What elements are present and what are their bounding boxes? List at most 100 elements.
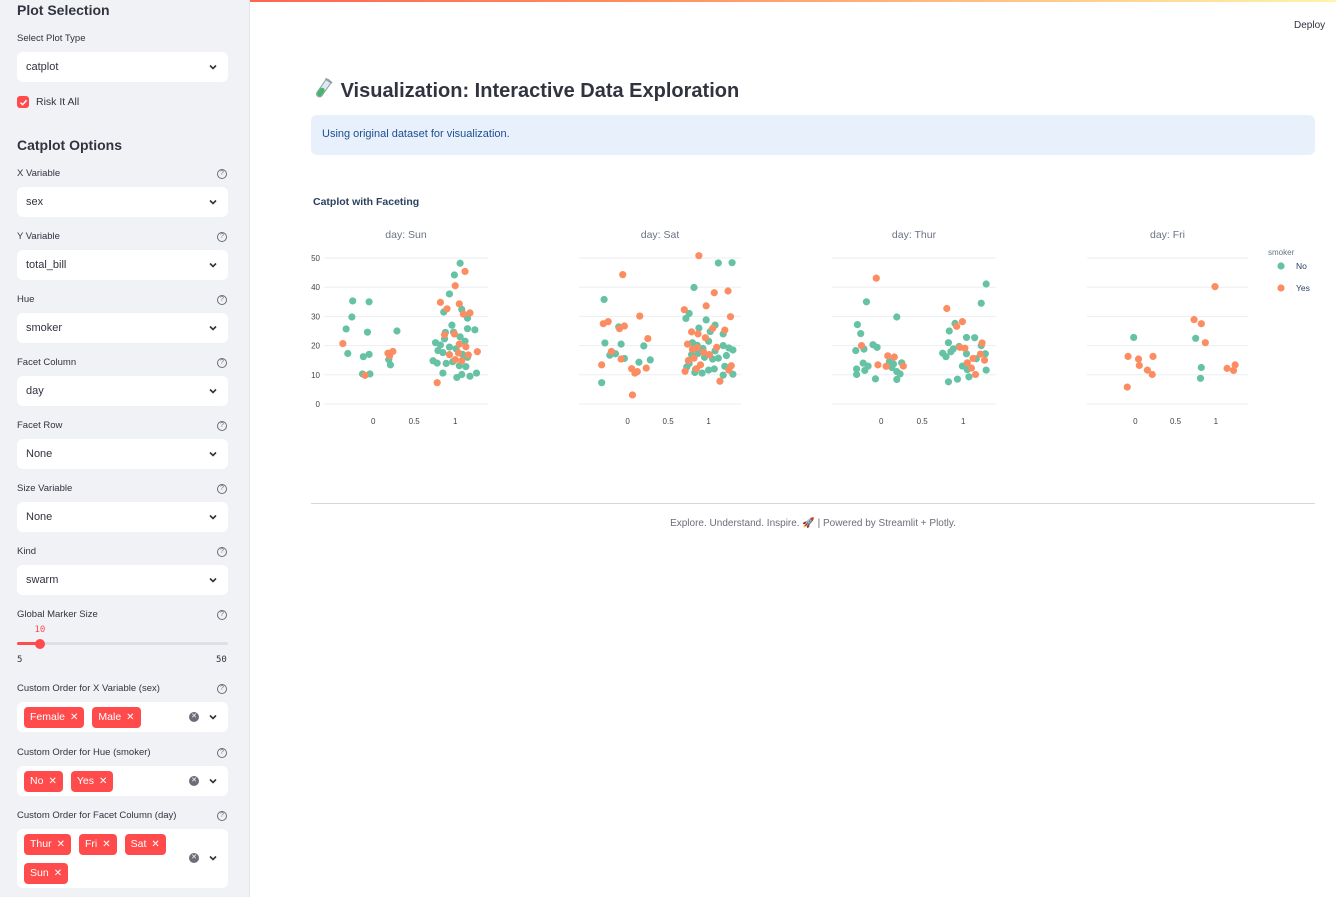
- help-icon[interactable]: ?: [217, 610, 227, 620]
- kind-select[interactable]: swarm: [17, 565, 228, 595]
- tag-chip[interactable]: Yes ✕: [70, 771, 114, 792]
- data-point-no: [853, 320, 862, 329]
- tag-chip[interactable]: Male ✕: [92, 707, 141, 728]
- kind-value: swarm: [26, 574, 59, 586]
- hue-value: smoker: [26, 322, 63, 334]
- remove-tag-icon[interactable]: ✕: [102, 834, 110, 855]
- data-point-no: [710, 365, 718, 373]
- help-icon[interactable]: ?: [217, 811, 227, 821]
- data-point-no: [714, 354, 722, 362]
- catplot-chart[interactable]: 01020304050day: Sun0 0.5 1day: Sat0 0.5 1day…: [300, 215, 1336, 435]
- data-point-yes: [458, 357, 466, 365]
- y-tick-label: 10: [311, 371, 320, 380]
- help-icon[interactable]: ?: [217, 295, 227, 305]
- data-point-no: [600, 295, 608, 304]
- sidebar-heading-catplot-options: Catplot Options: [17, 137, 122, 153]
- plot-type-select[interactable]: catplot: [17, 52, 228, 82]
- data-point-no: [702, 316, 710, 324]
- data-point-yes: [690, 354, 698, 362]
- remove-tag-icon[interactable]: ✕: [99, 771, 107, 792]
- hue-label: Hue: [17, 294, 35, 305]
- data-point-yes: [967, 364, 976, 372]
- data-point-yes: [683, 340, 692, 348]
- help-icon[interactable]: ?: [217, 421, 227, 431]
- tag-chip[interactable]: Female ✕: [24, 707, 85, 728]
- clear-icon[interactable]: ✕: [189, 853, 199, 863]
- x-tick-label: 1: [1214, 417, 1219, 426]
- remove-tag-icon[interactable]: ✕: [126, 707, 134, 728]
- deploy-button[interactable]: Deploy: [1294, 20, 1325, 31]
- x-variable-select[interactable]: sex: [17, 187, 228, 217]
- data-point-no: [363, 328, 372, 336]
- data-point-no: [393, 327, 401, 335]
- tag-label: Male: [98, 711, 122, 723]
- chevron-down-icon: [209, 325, 217, 331]
- marker-size-slider[interactable]: [17, 638, 228, 649]
- remove-tag-icon[interactable]: ✕: [151, 834, 159, 855]
- facet-row-select[interactable]: None: [17, 439, 228, 469]
- data-point-yes: [1201, 339, 1209, 347]
- facet-title: day: Sat: [641, 229, 680, 241]
- order-facet-multiselect[interactable]: Thur ✕ Fri ✕ Sat ✕ Sun ✕ ✕: [17, 829, 228, 888]
- tag-label: No: [30, 775, 44, 787]
- data-point-yes: [971, 370, 980, 379]
- data-point-no: [349, 297, 357, 305]
- order-hue-multiselect[interactable]: No ✕ Yes ✕ ✕: [17, 766, 228, 796]
- help-icon[interactable]: ?: [217, 547, 227, 557]
- remove-tag-icon[interactable]: ✕: [70, 707, 78, 728]
- hue-select[interactable]: smoker: [17, 313, 228, 343]
- tag-chip[interactable]: Fri ✕: [78, 834, 117, 855]
- data-point-yes: [433, 379, 441, 387]
- data-point-no: [947, 348, 955, 356]
- data-point-no: [462, 363, 470, 371]
- help-icon[interactable]: ?: [217, 748, 227, 758]
- remove-tag-icon[interactable]: ✕: [54, 863, 62, 884]
- legend-title: smoker: [1268, 248, 1295, 257]
- size-variable-label: Size Variable: [17, 483, 73, 494]
- tag-chip[interactable]: Sun ✕: [24, 863, 69, 884]
- data-point-yes: [455, 340, 463, 348]
- help-icon[interactable]: ?: [217, 232, 227, 242]
- data-point-no: [893, 375, 901, 384]
- data-point-yes: [617, 355, 625, 363]
- data-point-yes: [872, 274, 880, 282]
- remove-tag-icon[interactable]: ✕: [57, 834, 65, 855]
- tag-chip[interactable]: Thur ✕: [24, 834, 71, 855]
- data-point-yes: [436, 298, 445, 306]
- data-point-yes: [631, 369, 639, 377]
- x-tick-label: 0.5: [663, 417, 675, 426]
- data-point-yes: [451, 356, 459, 364]
- help-icon[interactable]: ?: [217, 684, 227, 694]
- data-point-yes: [857, 342, 866, 350]
- clear-icon[interactable]: ✕: [189, 712, 199, 722]
- risk-it-all-checkbox[interactable]: Risk It All: [17, 96, 79, 108]
- data-point-yes: [466, 309, 474, 317]
- x-tick-label: 1: [453, 417, 458, 426]
- tag-label: Thur: [30, 838, 52, 850]
- data-point-yes: [978, 339, 986, 347]
- order-x-multiselect[interactable]: Female ✕ Male ✕ ✕: [17, 702, 228, 732]
- y-variable-select[interactable]: total_bill: [17, 250, 228, 280]
- help-icon[interactable]: ?: [217, 484, 227, 494]
- data-point-yes: [620, 322, 628, 330]
- tag-chip[interactable]: Sat ✕: [124, 834, 166, 855]
- data-point-no: [728, 259, 736, 267]
- remove-tag-icon[interactable]: ✕: [48, 771, 56, 792]
- help-icon[interactable]: ?: [217, 169, 227, 179]
- tag-label: Sat: [130, 838, 147, 850]
- data-point-no: [893, 313, 901, 321]
- y-tick-label: 50: [311, 254, 320, 263]
- chevron-down-icon: [209, 714, 217, 720]
- clear-icon[interactable]: ✕: [189, 776, 199, 786]
- x-tick-label: 0: [371, 417, 376, 426]
- y-tick-label: 40: [311, 283, 320, 292]
- sidebar: Plot Selection Select Plot Type catplot …: [0, 0, 250, 897]
- data-point-yes: [724, 287, 732, 295]
- help-icon[interactable]: ?: [217, 358, 227, 368]
- facet-column-select[interactable]: day: [17, 376, 228, 406]
- tag-chip[interactable]: No ✕: [24, 771, 63, 792]
- tag-label: Yes: [76, 775, 94, 787]
- legend-marker: [1277, 284, 1285, 292]
- marker-size-label: Global Marker Size: [17, 609, 98, 620]
- slider-handle[interactable]: [35, 638, 46, 649]
